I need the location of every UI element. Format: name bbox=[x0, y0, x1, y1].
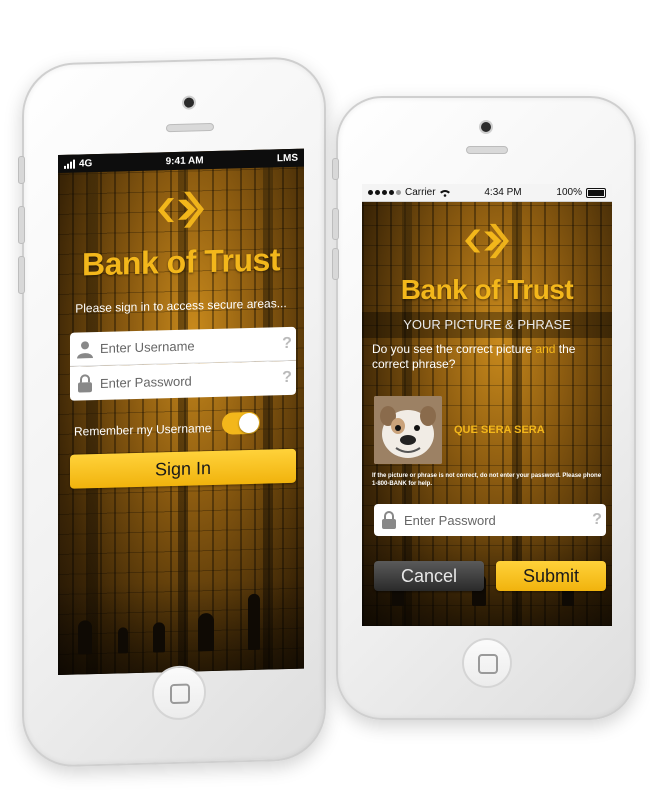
password-placeholder: Enter Password bbox=[100, 373, 192, 391]
mute-switch bbox=[332, 158, 339, 180]
signal-icon bbox=[368, 190, 401, 195]
network-label: 4G bbox=[79, 157, 93, 169]
front-camera bbox=[184, 97, 194, 108]
password-field[interactable]: Enter Password ? bbox=[374, 504, 606, 536]
login-screen: 4G 9:41 AM LMS Bank of Trust Please sign… bbox=[58, 148, 304, 676]
security-warning: If the picture or phrase is not correct,… bbox=[372, 473, 602, 487]
user-icon bbox=[70, 339, 100, 359]
earpiece-speaker bbox=[466, 146, 508, 154]
earpiece-speaker bbox=[166, 122, 214, 133]
wifi-icon bbox=[439, 189, 450, 197]
volume-down-button bbox=[332, 248, 339, 280]
password-placeholder: Enter Password bbox=[404, 512, 496, 528]
password-help-icon[interactable]: ? bbox=[278, 369, 296, 387]
cancel-button[interactable]: Cancel bbox=[374, 561, 484, 591]
home-icon bbox=[170, 683, 190, 705]
picture-phrase-header: YOUR PICTURE & PHRASE bbox=[362, 312, 612, 338]
logo-chevron-icon bbox=[158, 191, 204, 228]
lock-icon bbox=[374, 510, 404, 530]
volume-up-button bbox=[332, 208, 339, 240]
front-camera bbox=[481, 122, 491, 132]
question-text-a: Do you see the correct picture bbox=[372, 342, 536, 356]
battery-icon bbox=[585, 187, 606, 198]
toggle-knob bbox=[239, 412, 259, 434]
remember-toggle[interactable] bbox=[222, 411, 260, 435]
brand-name: Bank of Trust bbox=[400, 274, 574, 305]
brand-name: Bank of Trust bbox=[82, 241, 280, 283]
verification-question: Do you see the correct picture and the c… bbox=[372, 342, 604, 372]
status-time: 4:34 PM bbox=[484, 187, 522, 198]
sign-in-button[interactable]: Sign In bbox=[70, 448, 296, 489]
username-help-icon[interactable]: ? bbox=[278, 334, 296, 352]
verify-phone: Carrier 4:34 PM 100% Bank of Trust YOUR … bbox=[332, 96, 636, 720]
verify-screen: Carrier 4:34 PM 100% Bank of Trust YOUR … bbox=[362, 184, 612, 626]
username-placeholder: Enter Username bbox=[100, 338, 195, 356]
battery-label: 100% bbox=[556, 187, 582, 198]
status-right-label: LMS bbox=[276, 152, 298, 164]
security-phrase: QUE SERA SERA bbox=[454, 424, 545, 436]
submit-button[interactable]: Submit bbox=[496, 561, 606, 591]
mute-switch bbox=[18, 155, 25, 185]
status-bar: Carrier 4:34 PM 100% bbox=[362, 184, 612, 202]
background-crowd bbox=[58, 578, 304, 676]
home-button[interactable] bbox=[152, 665, 206, 721]
status-time: 9:41 AM bbox=[165, 154, 204, 167]
volume-down-button bbox=[18, 255, 25, 295]
home-button[interactable] bbox=[462, 638, 512, 688]
home-icon bbox=[478, 654, 498, 674]
signal-icon bbox=[64, 159, 75, 169]
security-picture bbox=[374, 396, 442, 464]
logo-chevron-icon bbox=[465, 223, 509, 259]
password-help-icon[interactable]: ? bbox=[588, 511, 606, 529]
lock-icon bbox=[70, 373, 100, 394]
carrier-label: Carrier bbox=[405, 187, 436, 198]
question-and: and bbox=[535, 342, 556, 356]
volume-up-button bbox=[18, 205, 25, 245]
password-field[interactable]: Enter Password ? bbox=[70, 360, 296, 401]
login-phone: 4G 9:41 AM LMS Bank of Trust Please sign… bbox=[18, 56, 326, 768]
